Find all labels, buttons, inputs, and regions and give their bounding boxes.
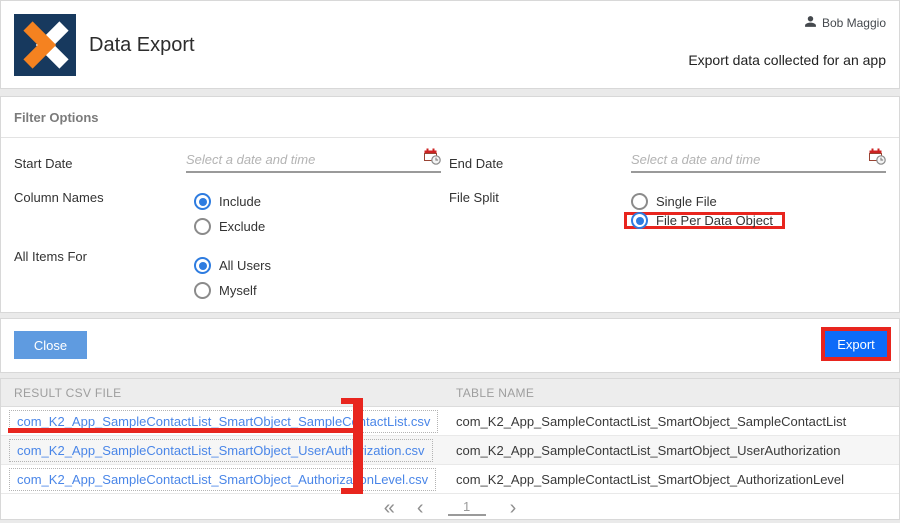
- radio-include[interactable]: Include: [194, 193, 265, 210]
- end-date-label: End Date: [449, 156, 504, 171]
- page-title: Data Export: [89, 34, 195, 56]
- all-items-for-label: All Items For: [14, 249, 87, 264]
- radio-all-users[interactable]: All Users: [194, 257, 271, 274]
- start-date-input[interactable]: [186, 151, 420, 167]
- column-header-result-csv-file: RESULT CSV FILE: [14, 385, 122, 400]
- header-subtitle: Export data collected for an app: [688, 52, 886, 68]
- table-row: com_K2_App_SampleContactList_SmartObject…: [1, 436, 899, 465]
- all-items-for-radio-group: All Users Myself: [194, 257, 271, 299]
- results-table: RESULT CSV FILE TABLE NAME com_K2_App_Sa…: [0, 378, 900, 520]
- table-row: com_K2_App_SampleContactList_SmartObject…: [1, 407, 899, 436]
- export-button[interactable]: Export: [825, 331, 887, 357]
- user-name: Bob Maggio: [821, 16, 886, 30]
- radio-file-per-data-object-circle[interactable]: [631, 212, 648, 229]
- previous-page-button[interactable]: ‹: [417, 498, 424, 518]
- start-date-field: [186, 147, 441, 173]
- start-date-picker-icon[interactable]: [424, 148, 441, 170]
- radio-single-file-circle[interactable]: [631, 193, 648, 210]
- csv-file-link[interactable]: com_K2_App_SampleContactList_SmartObject…: [9, 409, 439, 433]
- radio-single-file[interactable]: Single File: [631, 193, 785, 210]
- filter-options-card: Filter Options Start Date End Date: [0, 96, 900, 313]
- page-number-input[interactable]: [447, 499, 486, 516]
- first-page-button[interactable]: «: [384, 498, 395, 518]
- filter-section-title: Filter Options: [14, 109, 99, 125]
- radio-file-per-data-object[interactable]: File Per Data Object: [624, 212, 786, 229]
- radio-myself[interactable]: Myself: [194, 282, 271, 299]
- user-icon: [804, 15, 817, 31]
- column-names-radio-group: Include Exclude: [194, 193, 265, 235]
- csv-file-link[interactable]: com_K2_App_SampleContactList_SmartObject…: [9, 438, 433, 462]
- actions-bar: Close Export: [0, 318, 900, 373]
- radio-exclude[interactable]: Exclude: [194, 218, 265, 235]
- pagination: « ‹ ›: [1, 494, 899, 521]
- table-name-cell: com_K2_App_SampleContactList_SmartObject…: [456, 442, 841, 458]
- start-date-label: Start Date: [14, 156, 73, 171]
- app-logo-icon: [14, 14, 76, 76]
- end-date-picker-icon[interactable]: [869, 148, 886, 170]
- radio-all-users-circle[interactable]: [194, 257, 211, 274]
- file-split-radio-group: Single File File Per Data Object: [624, 193, 786, 229]
- next-page-button[interactable]: ›: [510, 498, 517, 518]
- user-menu[interactable]: Bob Maggio: [804, 15, 886, 31]
- header-card: Data Export Bob Maggio Export data colle…: [0, 0, 900, 89]
- table-header-row: RESULT CSV FILE TABLE NAME: [1, 379, 899, 407]
- radio-exclude-circle[interactable]: [194, 218, 211, 235]
- radio-include-circle[interactable]: [194, 193, 211, 210]
- radio-myself-circle[interactable]: [194, 282, 211, 299]
- end-date-field: [631, 147, 886, 173]
- table-name-cell: com_K2_App_SampleContactList_SmartObject…: [456, 413, 847, 429]
- end-date-input[interactable]: [631, 151, 865, 167]
- filter-section-header: Filter Options: [1, 97, 899, 138]
- export-button-highlight: Export: [821, 327, 891, 361]
- file-split-label: File Split: [449, 190, 499, 205]
- table-row: com_K2_App_SampleContactList_SmartObject…: [1, 465, 899, 494]
- close-button[interactable]: Close: [14, 331, 87, 359]
- csv-file-link[interactable]: com_K2_App_SampleContactList_SmartObject…: [9, 467, 437, 491]
- column-header-table-name: TABLE NAME: [456, 385, 535, 400]
- table-name-cell: com_K2_App_SampleContactList_SmartObject…: [456, 471, 845, 487]
- column-names-label: Column Names: [14, 190, 104, 205]
